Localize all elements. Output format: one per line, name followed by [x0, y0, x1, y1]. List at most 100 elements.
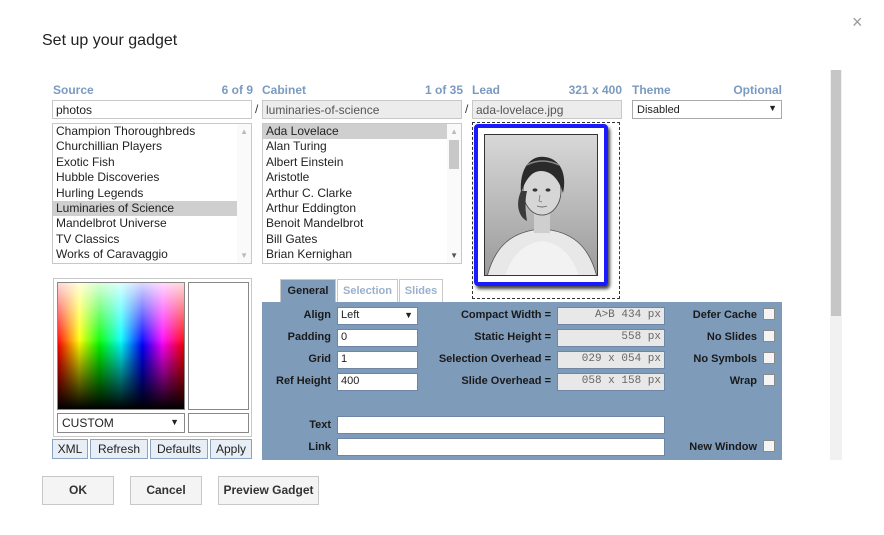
list-item[interactable]: Exotic Fish: [53, 155, 237, 170]
link-label: Link: [308, 441, 331, 453]
path-separator: /: [255, 102, 259, 116]
list-item[interactable]: Brian Kernighan: [263, 247, 447, 262]
lead-image-selection[interactable]: [474, 124, 608, 286]
chevron-down-icon: ▼: [170, 417, 179, 427]
cabinet-input[interactable]: luminaries-of-science: [262, 100, 462, 119]
compact-width-value: A>B 434 px: [557, 307, 665, 325]
no-symbols-label: No Symbols: [693, 353, 757, 365]
lead-header: Lead: [472, 83, 501, 97]
list-item[interactable]: Hubble Discoveries: [53, 170, 237, 185]
link-input[interactable]: [337, 438, 665, 456]
general-panel: Align Left ▼ Padding 0 Grid 1 Ref Height…: [262, 302, 782, 460]
theme-select-value: Disabled: [637, 104, 680, 116]
wrap-checkbox[interactable]: [763, 374, 775, 386]
source-count: 6 of 9: [221, 83, 253, 97]
tab-general-label: General: [287, 285, 329, 297]
scroll-up-icon[interactable]: ▲: [240, 127, 248, 136]
list-item-selected[interactable]: Luminaries of Science: [53, 200, 237, 217]
padding-input[interactable]: 0: [337, 329, 418, 347]
xml-button[interactable]: XML: [52, 439, 88, 459]
source-input[interactable]: photos: [52, 100, 252, 119]
chevron-down-icon: ▼: [404, 310, 413, 320]
theme-header: Theme: [632, 83, 671, 97]
selection-overhead-value: 029 x 054 px: [557, 351, 665, 369]
tab-general[interactable]: General: [280, 279, 336, 302]
slide-overhead-label: Slide Overhead =: [461, 375, 551, 387]
scroll-down-icon[interactable]: ▼: [240, 251, 248, 260]
cabinet-list[interactable]: Ada Lovelace Alan Turing Albert Einstein…: [262, 123, 462, 264]
list-item-selected[interactable]: Ada Lovelace: [263, 124, 447, 140]
tab-slides[interactable]: Slides: [399, 279, 443, 302]
no-slides-checkbox[interactable]: [763, 330, 775, 342]
list-item[interactable]: Mandelbrot Universe: [53, 216, 237, 231]
list-item[interactable]: Albert Einstein: [263, 155, 447, 170]
list-item[interactable]: Benoit Mandelbrot: [263, 216, 447, 231]
color-picker: CUSTOM ▼: [53, 278, 252, 437]
ref-height-label: Ref Height: [276, 375, 331, 387]
selection-overhead-label: Selection Overhead =: [438, 353, 551, 365]
portrait-image: [484, 134, 598, 276]
scroll-up-icon[interactable]: ▲: [450, 127, 458, 136]
chevron-down-icon: ▼: [768, 103, 777, 113]
color-preview: [188, 282, 249, 410]
list-item[interactable]: Arthur C. Clarke: [263, 186, 447, 201]
color-spectrum[interactable]: [57, 282, 185, 410]
source-header: Source: [53, 83, 94, 97]
align-select[interactable]: Left ▼: [337, 307, 418, 325]
cabinet-header: Cabinet: [262, 83, 307, 97]
apply-button[interactable]: Apply: [210, 439, 252, 459]
compact-width-label: Compact Width =: [460, 309, 551, 321]
cabinet-list-items: Ada Lovelace Alan Turing Albert Einstein…: [263, 124, 447, 263]
theme-optional: Optional: [733, 83, 782, 97]
path-separator: /: [465, 102, 469, 116]
list-item[interactable]: Arthur Eddington: [263, 201, 447, 216]
scroll-down-icon[interactable]: ▼: [450, 251, 458, 260]
refresh-button[interactable]: Refresh: [90, 439, 148, 459]
ref-height-input[interactable]: 400: [337, 373, 418, 391]
dialog-scrollbar[interactable]: [830, 70, 842, 460]
list-item[interactable]: Works of Caravaggio: [53, 247, 237, 262]
theme-select[interactable]: Disabled ▼: [632, 100, 782, 119]
list-item[interactable]: Churchillian Players: [53, 139, 237, 154]
static-height-label: Static Height =: [474, 331, 551, 343]
list-item[interactable]: Aristotle: [263, 170, 447, 185]
preview-gadget-button[interactable]: Preview Gadget: [218, 476, 319, 505]
dialog-title: Set up your gadget: [42, 32, 178, 49]
source-list-scrollbar[interactable]: ▲ ▼: [237, 124, 251, 263]
dialog-scroll-thumb[interactable]: [831, 70, 841, 316]
list-item[interactable]: Champion Thoroughbreds: [53, 124, 237, 139]
lead-dimensions: 321 x 400: [568, 83, 622, 97]
list-item[interactable]: Bill Gates: [263, 232, 447, 247]
source-list-items: Champion Thoroughbreds Churchillian Play…: [53, 124, 237, 263]
text-input[interactable]: [337, 416, 665, 434]
lead-input[interactable]: ada-lovelace.jpg: [472, 100, 622, 119]
color-hex-input[interactable]: [188, 413, 249, 433]
slide-overhead-value: 058 x 158 px: [557, 373, 665, 391]
wrap-label: Wrap: [729, 375, 757, 387]
padding-label: Padding: [287, 331, 331, 343]
list-item[interactable]: Alan Turing: [263, 139, 447, 154]
cancel-button[interactable]: Cancel: [130, 476, 202, 505]
new-window-checkbox[interactable]: [763, 440, 775, 452]
no-symbols-checkbox[interactable]: [763, 352, 775, 364]
defer-cache-label: Defer Cache: [692, 309, 757, 321]
source-list[interactable]: Champion Thoroughbreds Churchillian Play…: [52, 123, 252, 264]
tab-selection[interactable]: Selection: [337, 279, 398, 302]
scroll-thumb[interactable]: [449, 140, 459, 169]
text-label: Text: [309, 419, 331, 431]
new-window-label: New Window: [689, 441, 757, 453]
ok-button[interactable]: OK: [42, 476, 114, 505]
defer-cache-checkbox[interactable]: [763, 308, 775, 320]
grid-input[interactable]: 1: [337, 351, 418, 369]
list-item[interactable]: Hurling Legends: [53, 186, 237, 201]
close-icon[interactable]: ×: [852, 12, 863, 32]
no-slides-label: No Slides: [706, 331, 757, 343]
cabinet-list-scrollbar[interactable]: ▲ ▼: [447, 124, 461, 263]
color-mode-select[interactable]: CUSTOM ▼: [57, 413, 185, 433]
static-height-value: 558 px: [557, 329, 665, 347]
color-mode-value: CUSTOM: [62, 416, 114, 430]
defaults-button[interactable]: Defaults: [150, 439, 208, 459]
align-value: Left: [341, 309, 360, 321]
list-item[interactable]: TV Classics: [53, 232, 237, 247]
cabinet-count: 1 of 35: [424, 83, 463, 97]
